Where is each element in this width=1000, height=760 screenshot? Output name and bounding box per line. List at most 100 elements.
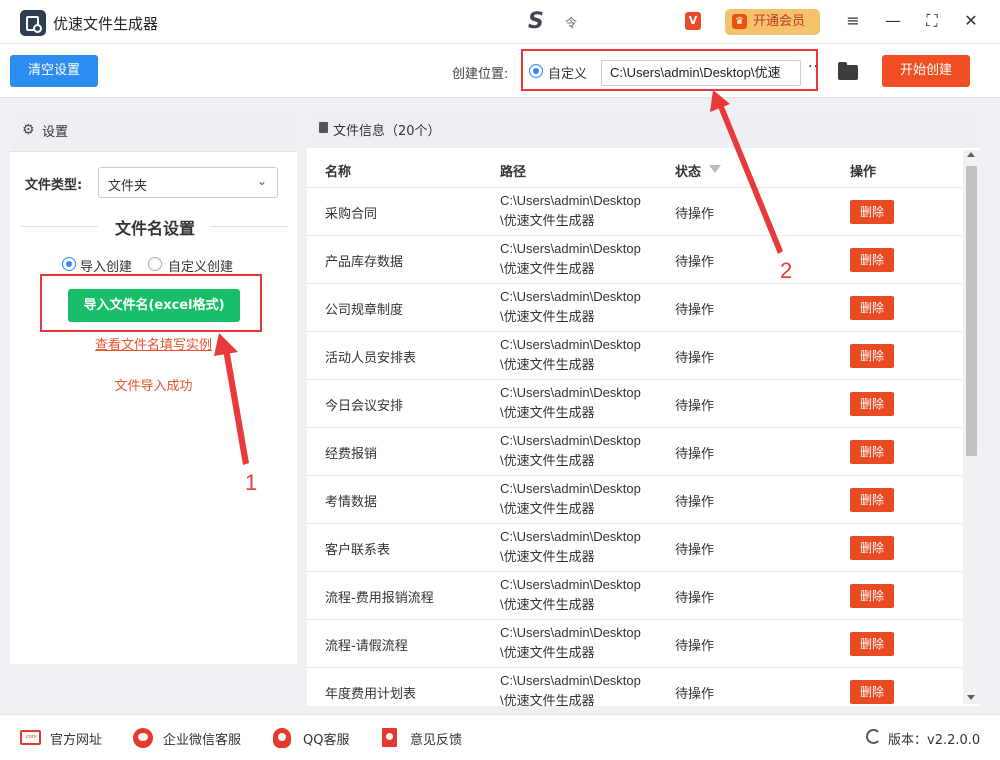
start-create-button[interactable]: 开始创建 — [882, 55, 970, 87]
row-path: C:\Users\admin\Desktop\优速文件生成器 — [500, 673, 641, 708]
vip-badge-icon[interactable]: V — [685, 12, 701, 30]
file-info-title: 文件信息（20个） — [333, 124, 441, 139]
row-name: 流程-请假流程 — [325, 639, 408, 654]
minimize-icon[interactable]: — — [882, 10, 904, 32]
table-row: 客户联系表 C:\Users\admin\Desktop\优速文件生成器 待操作 删除 — [307, 524, 963, 572]
table-row: 年度费用计划表 C:\Users\admin\Desktop\优速文件生成器 待操作… — [307, 668, 963, 716]
delete-button[interactable]: 删除 — [850, 488, 894, 512]
delete-button[interactable]: 删除 — [850, 248, 894, 272]
row-name: 客户联系表 — [325, 543, 391, 558]
row-name: 经费报销 — [325, 447, 378, 462]
column-header-status[interactable]: 状态 — [675, 161, 701, 180]
close-icon[interactable]: ✕ — [960, 10, 982, 32]
row-name: 采购合同 — [325, 207, 378, 222]
toolbar: 清空设置 创建位置: 自定义 C:\Users\admin\Desktop\优速… — [0, 44, 1000, 98]
row-status: 待操作 — [675, 447, 715, 462]
column-header-action: 操作 — [850, 165, 877, 180]
row-path: C:\Users\admin\Desktop\优速文件生成器 — [500, 385, 641, 420]
divider-right — [210, 226, 288, 227]
divider-left — [20, 226, 98, 227]
delete-button[interactable]: 删除 — [850, 680, 894, 704]
row-name: 年度费用计划表 — [325, 687, 417, 702]
file-type-label: 文件类型: — [25, 178, 83, 193]
file-info-header: 文件信息（20个） — [307, 108, 980, 148]
delete-button[interactable]: 删除 — [850, 296, 894, 320]
file-table-body: 采购合同 C:\Users\admin\Desktop\优速文件生成器 待操作 删除产… — [307, 188, 963, 716]
filter-icon[interactable] — [709, 165, 721, 173]
scrollbar[interactable] — [963, 150, 980, 704]
column-header-name: 名称 — [325, 165, 352, 180]
gear-icon: ⚙ — [22, 122, 35, 138]
file-icon — [319, 122, 328, 133]
delete-button[interactable]: 删除 — [850, 632, 894, 656]
settings-panel: ⚙ 设置 文件类型: 文件夹 ⌄ 文件名设置 导入创建 自定义创建 导入文件名(… — [10, 108, 297, 664]
import-create-radio[interactable] — [62, 257, 76, 271]
row-path: C:\Users\admin\Desktop\优速文件生成器 — [500, 337, 641, 372]
custom-create-radio[interactable] — [148, 257, 162, 271]
row-status: 待操作 — [675, 399, 715, 414]
row-status: 待操作 — [675, 351, 715, 366]
view-example-link[interactable]: 查看文件名填写实例 — [10, 334, 297, 353]
folder-icon[interactable] — [838, 62, 858, 80]
open-vip-button[interactable]: ♛ 开通会员 — [725, 9, 820, 35]
row-path: C:\Users\admin\Desktop\优速文件生成器 — [500, 577, 641, 612]
row-path: C:\Users\admin\Desktop\优速文件生成器 — [500, 193, 641, 228]
official-website-link[interactable]: .com 官方网址 — [20, 728, 110, 748]
table-row: 考情数据 C:\Users\admin\Desktop\优速文件生成器 待操作 删除 — [307, 476, 963, 524]
scroll-down-icon[interactable] — [967, 695, 975, 700]
table-row: 今日会议安排 C:\Users\admin\Desktop\优速文件生成器 待操作 删… — [307, 380, 963, 428]
table-row: 活动人员安排表 C:\Users\admin\Desktop\优速文件生成器 待操作… — [307, 332, 963, 380]
feedback-label: 意见反馈 — [410, 733, 463, 748]
delete-button[interactable]: 删除 — [850, 200, 894, 224]
import-filenames-button[interactable]: 导入文件名(excel格式) — [68, 289, 240, 322]
open-vip-label: 开通会员 — [753, 14, 806, 29]
row-status: 待操作 — [675, 255, 715, 270]
row-name: 产品库存数据 — [325, 255, 404, 270]
more-icon[interactable]: ·· — [808, 59, 819, 75]
refresh-icon[interactable] — [866, 729, 881, 744]
annotation-marker-2: 2 — [780, 258, 793, 283]
file-type-select[interactable]: 文件夹 ⌄ — [98, 167, 278, 198]
clear-settings-button[interactable]: 清空设置 — [10, 55, 98, 87]
scroll-up-icon[interactable] — [967, 152, 975, 157]
file-info-panel: 文件信息（20个） 名称 路径 状态 操作 采购合同 C:\Users\admin… — [307, 108, 980, 716]
row-status: 待操作 — [675, 303, 715, 318]
import-success-text: 文件导入成功 — [114, 379, 193, 394]
tray-network-icon[interactable]: 令 — [565, 14, 577, 31]
delete-button[interactable]: 删除 — [850, 440, 894, 464]
location-path-input[interactable]: C:\Users\admin\Desktop\优速 — [601, 60, 801, 86]
crown-icon: ♛ — [732, 14, 747, 29]
row-name: 公司规章制度 — [325, 303, 404, 318]
delete-button[interactable]: 删除 — [850, 584, 894, 608]
qq-support-link[interactable]: QQ客服 — [273, 728, 363, 748]
footer: .com 官方网址 企业微信客服 QQ客服 意见反馈 版本：v2.2.0.0 — [0, 714, 1000, 760]
menu-icon[interactable]: ≡ — [842, 10, 864, 32]
column-header-path: 路径 — [500, 165, 527, 180]
feedback-link[interactable]: 意见反馈 — [380, 728, 475, 748]
annotation-marker-1: 1 — [245, 470, 258, 495]
wechat-support-link[interactable]: 企业微信客服 — [133, 728, 253, 748]
settings-header: ⚙ 设置 — [10, 108, 297, 152]
maximize-icon[interactable]: ⛶ — [921, 10, 943, 32]
scrollbar-thumb[interactable] — [966, 166, 977, 456]
table-row: 采购合同 C:\Users\admin\Desktop\优速文件生成器 待操作 删除 — [307, 188, 963, 236]
feedback-icon — [382, 728, 397, 747]
delete-button[interactable]: 删除 — [850, 344, 894, 368]
delete-button[interactable]: 删除 — [850, 536, 894, 560]
custom-location-radio[interactable] — [529, 64, 543, 78]
custom-location-label: 自定义 — [548, 67, 588, 82]
row-name: 考情数据 — [325, 495, 378, 510]
row-name: 流程-费用报销流程 — [325, 591, 434, 606]
app-title: 优速文件生成器 — [53, 15, 159, 33]
row-name: 活动人员安排表 — [325, 351, 417, 366]
delete-button[interactable]: 删除 — [850, 392, 894, 416]
row-path: C:\Users\admin\Desktop\优速文件生成器 — [500, 433, 641, 468]
row-name: 今日会议安排 — [325, 399, 404, 414]
chevron-down-icon: ⌄ — [256, 174, 267, 188]
row-status: 待操作 — [675, 495, 715, 510]
row-path: C:\Users\admin\Desktop\优速文件生成器 — [500, 529, 641, 564]
location-label: 创建位置: — [452, 67, 509, 82]
tray-s-icon[interactable]: S — [528, 9, 544, 34]
import-create-label: 导入创建 — [80, 260, 133, 275]
filename-settings-title: 文件名设置 — [114, 219, 195, 238]
